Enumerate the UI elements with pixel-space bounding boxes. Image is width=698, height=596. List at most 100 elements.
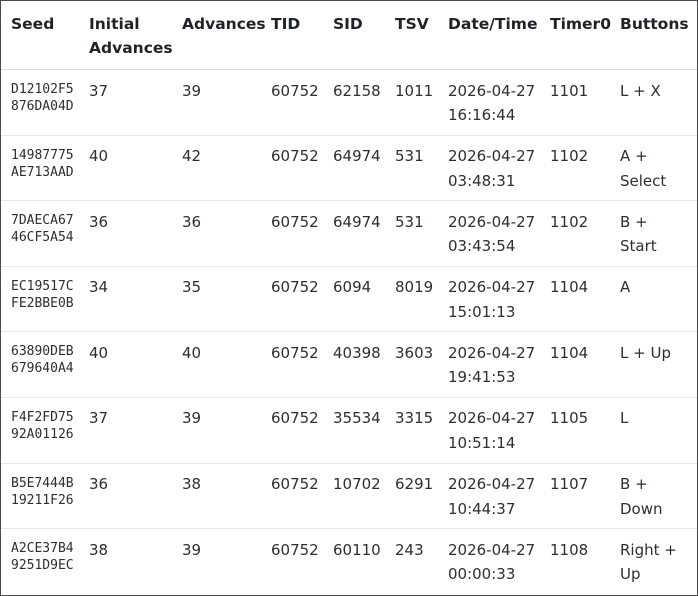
advances-cell: 42 xyxy=(182,135,271,202)
buttons-text: A + xyxy=(620,147,648,166)
date-text: 2026-04-27 xyxy=(448,147,536,166)
buttons-cell: B + Down xyxy=(620,463,697,530)
timer0-cell: 1101 xyxy=(550,69,620,136)
seed-part: 19211F26 xyxy=(11,492,74,508)
table-row[interactable]: EC19517C FE2BBE0B 34 35 60752 6094 8019 … xyxy=(1,266,697,333)
date-text: 2026-04-27 xyxy=(448,475,536,494)
seed-cell: B5E7444B 19211F26 xyxy=(1,463,89,530)
column-header-buttons: Buttons xyxy=(620,1,697,70)
tsv-cell: 1011 xyxy=(395,69,448,136)
seed-part: 92A01126 xyxy=(11,426,74,442)
seed-part: 46CF5A54 xyxy=(11,230,74,246)
tid-cell: 60752 xyxy=(271,397,333,464)
seed-part: B5E7444B xyxy=(11,475,74,491)
tsv-cell: 6291 xyxy=(395,463,448,530)
seed-cell: D12102F5 876DA04D xyxy=(1,69,89,136)
sid-cell: 6094 xyxy=(333,266,395,333)
time-text: 10:51:14 xyxy=(448,433,516,452)
buttons-cell: B + Start xyxy=(620,200,697,267)
initial-advances-cell: 37 xyxy=(89,397,182,464)
column-header-advances: Advances xyxy=(182,1,271,70)
time-text: 15:01:13 xyxy=(448,302,516,321)
results-table: Seed Initial Advances Advances TID SID T… xyxy=(1,1,697,594)
initial-advances-cell: 38 xyxy=(89,540,109,559)
column-header-tsv: TSV xyxy=(395,1,448,70)
buttons-text: Start xyxy=(620,237,657,256)
timer0-cell: 1104 xyxy=(550,266,620,333)
time-text: 00:00:33 xyxy=(448,565,516,584)
tsv-cell: 531 xyxy=(395,135,448,202)
advances-cell: 40 xyxy=(182,331,271,398)
table-row[interactable]: B5E7444B 19211F26 36 38 60752 10702 6291… xyxy=(1,463,697,530)
advances-cell: 38 xyxy=(182,463,271,530)
tid-cell: 60752 xyxy=(271,135,333,202)
advances-cell: 39 xyxy=(182,540,202,559)
advances-cell: 39 xyxy=(182,69,271,136)
buttons-text: L + X xyxy=(620,81,661,100)
buttons-cell: L + X xyxy=(620,69,697,136)
sid-cell: 10702 xyxy=(333,463,395,530)
date-text: 2026-04-27 xyxy=(448,343,536,362)
table-row[interactable]: A2CE37B4 9251D9EC 38 39 60752 60110 243 … xyxy=(1,529,697,595)
initial-advances-cell: 36 xyxy=(89,200,182,267)
column-header-timer0: Timer0 xyxy=(550,1,620,70)
seed-part: 7DAECA67 xyxy=(11,213,74,229)
seed-part: 63890DEB xyxy=(11,344,74,360)
header-line: Advances xyxy=(89,39,173,57)
datetime-cell: 2026-04-27 10:44:37 xyxy=(448,463,550,530)
date-text: 2026-04-27 xyxy=(448,81,536,100)
date-text: 2026-04-27 xyxy=(448,540,536,559)
results-table-frame: Seed Initial Advances Advances TID SID T… xyxy=(0,0,698,596)
timer0-cell: 1105 xyxy=(550,397,620,464)
buttons-text: A xyxy=(620,278,631,297)
tid-cell: 60752 xyxy=(271,200,333,267)
tsv-cell: 3315 xyxy=(395,397,448,464)
seed-part: 876DA04D xyxy=(11,99,74,114)
tid-cell: 60752 xyxy=(271,463,333,530)
tid-cell: 60752 xyxy=(271,69,333,136)
sid-cell: 64974 xyxy=(333,200,395,267)
seed-cell: EC19517C FE2BBE0B xyxy=(1,266,89,333)
seed-part: EC19517C xyxy=(11,278,74,294)
seed-part: AE713AAD xyxy=(11,164,74,180)
table-row[interactable]: F4F2FD75 92A01126 37 39 60752 35534 3315… xyxy=(1,397,697,464)
datetime-cell: 2026-04-27 15:01:13 xyxy=(448,266,550,333)
time-text: 16:16:44 xyxy=(448,106,516,124)
sid-cell: 62158 xyxy=(333,69,395,136)
timer0-cell: 1102 xyxy=(550,135,620,202)
date-text: 2026-04-27 xyxy=(448,409,536,428)
tsv-cell: 3603 xyxy=(395,331,448,398)
advances-cell: 36 xyxy=(182,200,271,267)
seed-cell: F4F2FD75 92A01126 xyxy=(1,397,89,464)
seed-part: A2CE37B4 xyxy=(11,541,74,557)
advances-cell: 35 xyxy=(182,266,271,333)
seed-part: D12102F5 xyxy=(11,82,74,97)
table-row[interactable]: D12102F5 876DA04D 37 39 60752 62158 1011… xyxy=(1,69,697,136)
datetime-cell: 2026-04-27 16:16:44 xyxy=(448,69,550,136)
buttons-text: Down xyxy=(620,499,663,518)
time-text: 03:48:31 xyxy=(448,171,516,190)
buttons-text: Select xyxy=(620,171,667,190)
buttons-text: Up xyxy=(620,565,641,584)
sid-cell: 60110 xyxy=(333,540,381,559)
time-text: 03:43:54 xyxy=(448,237,516,256)
timer0-cell: 1107 xyxy=(550,463,620,530)
column-header-date-time: Date/Time xyxy=(448,1,550,70)
sid-cell: 40398 xyxy=(333,331,395,398)
datetime-cell: 2026-04-27 00:00:33 xyxy=(448,529,550,595)
table-row[interactable]: 14987775 AE713AAD 40 42 60752 64974 531 … xyxy=(1,135,697,202)
seed-part: FE2BBE0B xyxy=(11,295,74,311)
table-row[interactable]: 63890DEB 679640A4 40 40 60752 40398 3603… xyxy=(1,331,697,398)
initial-advances-cell: 34 xyxy=(89,266,182,333)
initial-advances-cell: 36 xyxy=(89,463,182,530)
tid-cell: 60752 xyxy=(271,331,333,398)
table-row[interactable]: 7DAECA67 46CF5A54 36 36 60752 64974 531 … xyxy=(1,200,697,267)
seed-part: 679640A4 xyxy=(11,361,74,377)
column-header-seed: Seed xyxy=(1,1,89,70)
datetime-cell: 2026-04-27 03:43:54 xyxy=(448,200,550,267)
sid-cell: 35534 xyxy=(333,397,395,464)
datetime-cell: 2026-04-27 19:41:53 xyxy=(448,331,550,398)
buttons-text: B + xyxy=(620,212,648,231)
datetime-cell: 2026-04-27 03:48:31 xyxy=(448,135,550,202)
tsv-cell: 8019 xyxy=(395,266,448,333)
